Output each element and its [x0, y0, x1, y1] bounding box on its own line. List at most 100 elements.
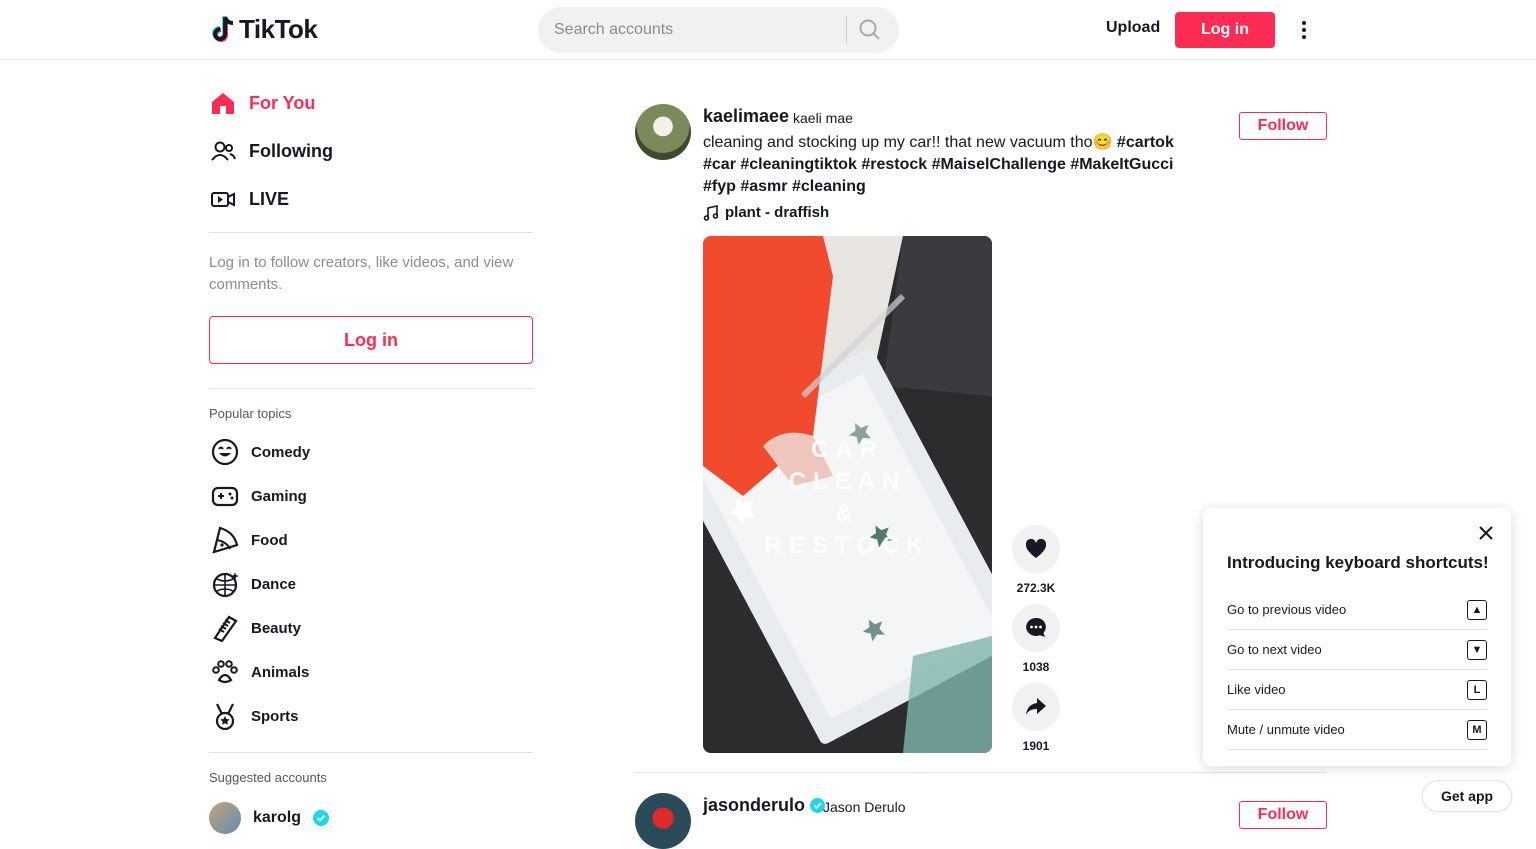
username-text: jasonderulo: [703, 795, 806, 815]
sidebar-divider: [209, 752, 533, 753]
hashtag-link[interactable]: #MaiselChallenge: [932, 156, 1066, 173]
topic-label: Dance: [251, 575, 297, 593]
post-nickname[interactable]: kaeli mae: [793, 110, 853, 126]
sidebar: For You Following LIVE Log in to follow …: [209, 61, 533, 834]
arrow-down-key-icon: ▼: [1467, 639, 1487, 660]
hashtag-link[interactable]: #asmr: [740, 178, 787, 195]
medal-icon: [211, 702, 239, 730]
hashtag-link[interactable]: #restock: [861, 156, 927, 173]
hashtag-link[interactable]: #cartok: [1117, 134, 1174, 151]
topic-beauty[interactable]: Beauty: [211, 614, 301, 642]
hashtag-link[interactable]: #cleaning: [792, 178, 866, 195]
post-nickname[interactable]: Jason Derulo: [823, 799, 906, 815]
nav-label: For You: [249, 92, 316, 113]
topic-food[interactable]: Food: [211, 526, 288, 554]
nav-label: Following: [249, 140, 333, 161]
suggested-accounts-title: Suggested accounts: [209, 770, 327, 785]
suggested-account-item[interactable]: karolg: [209, 802, 330, 834]
music-link[interactable]: plant - draffish: [703, 204, 829, 221]
tiktok-logo[interactable]: TikTok: [211, 14, 318, 45]
top-header: TikTok Upload Log in: [0, 0, 1536, 60]
paw-icon: [211, 658, 239, 686]
avatar[interactable]: [635, 104, 691, 160]
keyboard-shortcuts-popup: Introducing keyboard shortcuts! Go to pr…: [1203, 508, 1511, 766]
follow-button[interactable]: Follow: [1239, 801, 1327, 829]
topic-label: Comedy: [251, 443, 311, 461]
video-player[interactable]: CAR CLEAN & RESTOCK: [703, 236, 992, 753]
gamepad-icon: [211, 482, 239, 510]
hashtag-link[interactable]: #cleaningtiktok: [740, 156, 856, 173]
m-key-icon: M: [1467, 719, 1487, 740]
nav-live[interactable]: LIVE: [209, 185, 289, 213]
shortcut-label: Like video: [1227, 682, 1286, 697]
caption-text: cleaning and stocking up my car!! that n…: [703, 134, 1113, 151]
topic-sports[interactable]: Sports: [211, 702, 299, 730]
popular-topics-title: Popular topics: [209, 406, 292, 421]
smile-icon: [211, 438, 239, 466]
music-title: plant - draffish: [725, 204, 830, 221]
overlay-line: &: [835, 500, 860, 527]
overlay-line: CAR: [811, 436, 884, 463]
topic-label: Beauty: [251, 619, 302, 637]
post-username[interactable]: kaelimaee: [703, 106, 789, 127]
login-hint: Log in to follow creators, like videos, …: [209, 254, 514, 293]
like-button[interactable]: [1012, 525, 1060, 573]
live-icon: [209, 185, 237, 213]
nav-label: LIVE: [249, 188, 290, 209]
hashtag-link[interactable]: #car: [703, 156, 736, 173]
shortcut-row: Like video L: [1227, 670, 1487, 710]
avatar: [209, 802, 241, 834]
avatar[interactable]: [635, 793, 691, 849]
get-app-button[interactable]: Get app: [1422, 780, 1512, 812]
tiktok-logo-icon: [212, 15, 234, 42]
topic-label: Gaming: [251, 487, 307, 505]
like-action[interactable]: 272.3K: [1012, 525, 1060, 595]
follow-button[interactable]: Follow: [1239, 112, 1327, 140]
search-icon[interactable]: [858, 18, 882, 42]
topic-animals[interactable]: Animals: [211, 658, 309, 686]
shortcuts-title: Introducing keyboard shortcuts!: [1227, 553, 1489, 572]
comment-action[interactable]: 1038: [1012, 604, 1060, 674]
hashtag-link[interactable]: #MakeItGucci: [1070, 156, 1173, 173]
close-icon[interactable]: [1476, 523, 1496, 543]
login-button[interactable]: Log in: [1175, 12, 1275, 48]
like-count: 272.3K: [1016, 581, 1056, 595]
share-button[interactable]: [1012, 683, 1060, 731]
logo-text: TikTok: [239, 14, 318, 44]
topic-gaming[interactable]: Gaming: [211, 482, 307, 510]
share-action[interactable]: 1901: [1012, 683, 1060, 753]
sidebar-login-button[interactable]: Log in: [209, 316, 533, 364]
topic-dance[interactable]: Dance: [211, 570, 296, 598]
shortcut-row: Go to previous video ▲: [1227, 590, 1487, 630]
more-options-icon[interactable]: [1294, 18, 1314, 42]
nav-for-you[interactable]: For You: [209, 89, 315, 117]
comment-button[interactable]: [1012, 604, 1060, 652]
comb-icon: [211, 614, 239, 642]
sidebar-divider: [209, 232, 533, 233]
comment-count: 1038: [1022, 660, 1050, 674]
upload-link[interactable]: Upload: [1106, 19, 1160, 37]
suggested-account-name: karolg: [253, 809, 302, 826]
music-note-icon: [703, 204, 719, 221]
comment-icon: [1026, 617, 1046, 637]
l-key-icon: L: [1467, 679, 1487, 700]
heart-icon: [1025, 538, 1047, 558]
topic-label: Food: [251, 531, 288, 549]
nav-following[interactable]: Following: [209, 137, 333, 165]
video-overlay-text: CAR CLEAN & RESTOCK: [703, 434, 992, 562]
arrow-up-key-icon: ▲: [1467, 599, 1487, 620]
home-icon: [209, 89, 237, 117]
post-username[interactable]: jasonderulo: [703, 795, 826, 816]
topic-label: Animals: [251, 663, 310, 681]
share-count: 1901: [1022, 739, 1050, 753]
topic-label: Sports: [251, 707, 299, 725]
shortcut-label: Mute / unmute video: [1227, 722, 1345, 737]
search-input[interactable]: [554, 7, 844, 53]
shortcut-label: Go to next video: [1227, 642, 1322, 657]
overlay-line: RESTOCK: [764, 532, 931, 559]
topic-comedy[interactable]: Comedy: [211, 438, 310, 466]
overlay-line: CLEAN: [788, 468, 907, 495]
share-icon: [1026, 698, 1046, 715]
hashtag-link[interactable]: #fyp: [703, 178, 736, 195]
search-bar: [538, 7, 899, 53]
